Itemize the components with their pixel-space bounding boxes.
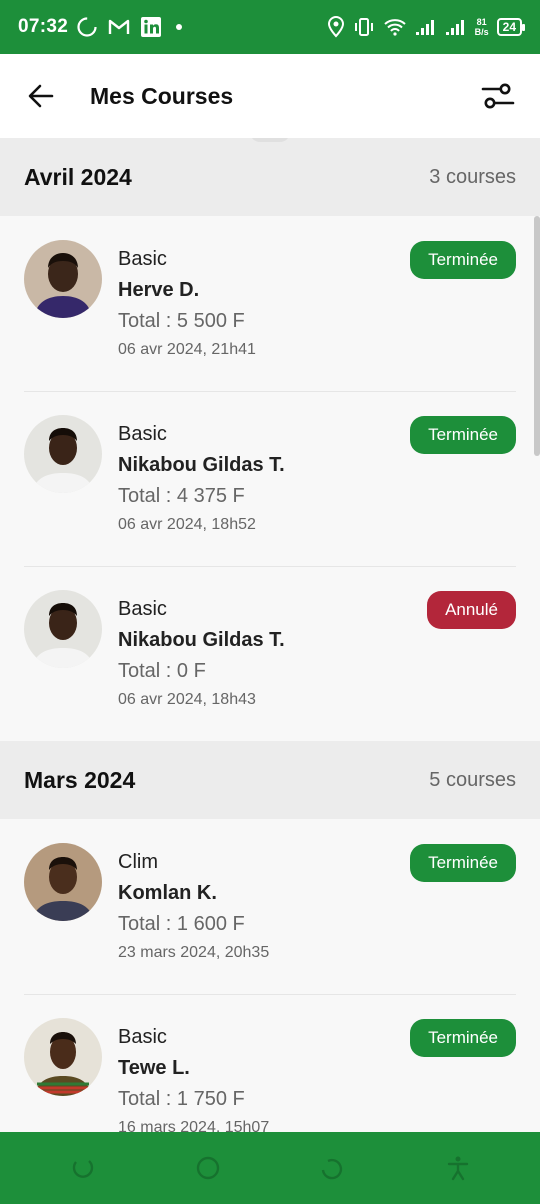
loading-circle-icon	[76, 16, 98, 38]
section-header: Mars 2024 5 courses	[0, 741, 540, 819]
status-badge: Annulé	[427, 591, 516, 629]
nav-recent-button[interactable]	[313, 1148, 353, 1188]
driver-avatar	[24, 240, 102, 318]
battery-level: 24	[502, 20, 516, 34]
ride-total: Total : 1 600 F	[118, 913, 245, 935]
network-speed: 81 B/s	[475, 17, 489, 37]
scrollbar[interactable]	[534, 216, 540, 456]
section-count: 3 courses	[429, 165, 516, 188]
rotate-back-icon	[72, 1160, 93, 1178]
driver-name: Tewe L.	[118, 1057, 190, 1079]
rotate-forward-icon	[321, 1158, 342, 1180]
filter-button[interactable]	[480, 78, 516, 114]
ride-total: Total : 5 500 F	[118, 310, 245, 332]
nav-home-button[interactable]	[188, 1148, 228, 1188]
status-badge: Terminée	[410, 1019, 516, 1057]
battery-indicator: 24	[496, 18, 526, 36]
ride-total: Total : 0 F	[118, 660, 206, 682]
section-header: Avril 2024 3 courses	[0, 138, 540, 216]
vibrate-icon	[353, 16, 375, 38]
section-count: 5 courses	[429, 768, 516, 791]
status-badge: Terminée	[410, 241, 516, 279]
location-icon	[327, 16, 345, 38]
driver-avatar	[24, 1018, 102, 1096]
driver-avatar	[24, 415, 102, 493]
circle-home-icon	[196, 1156, 219, 1180]
ride-date: 16 mars 2024, 15h07	[118, 1119, 270, 1132]
section-month: Mars 2024	[24, 766, 136, 793]
driver-name: Nikabou Gildas T.	[118, 629, 285, 651]
sliders-icon	[481, 83, 515, 109]
rides-list[interactable]: Avril 2024 3 courses Basic Herve D. Tota…	[0, 138, 540, 1132]
status-bar: 07:32 81 B/s 24	[0, 0, 540, 54]
gmail-icon	[108, 18, 130, 36]
back-button[interactable]	[24, 79, 58, 113]
ride-total: Total : 1 750 F	[118, 1088, 245, 1110]
linkedin-icon	[140, 16, 162, 38]
section-month: Avril 2024	[24, 163, 132, 190]
ride-item[interactable]: Basic Tewe L. Total : 1 750 F 16 mars 20…	[0, 994, 540, 1132]
driver-name: Nikabou Gildas T.	[118, 454, 285, 476]
wifi-icon	[383, 17, 407, 37]
status-time: 07:32	[18, 16, 69, 37]
ride-item[interactable]: Clim Komlan K. Total : 1 600 F 23 mars 2…	[0, 819, 540, 994]
app-bar: Mes Courses	[0, 54, 540, 138]
ride-item[interactable]: Basic Nikabou Gildas T. Total : 4 375 F …	[0, 391, 540, 566]
system-nav-bar	[0, 1132, 540, 1204]
driver-name: Herve D.	[118, 279, 200, 301]
ride-date: 23 mars 2024, 20h35	[118, 944, 270, 961]
ride-date: 06 avr 2024, 18h43	[118, 691, 256, 708]
notification-dot-icon	[172, 20, 186, 34]
signal-sim2-icon	[445, 17, 467, 37]
page-title: Mes Courses	[90, 82, 234, 109]
net-speed-unit: B/s	[474, 27, 489, 37]
nav-accessibility-button[interactable]	[438, 1148, 478, 1188]
ride-total: Total : 4 375 F	[118, 485, 245, 507]
nav-back-button[interactable]	[63, 1148, 103, 1188]
ride-date: 06 avr 2024, 21h41	[118, 341, 256, 358]
status-badge: Terminée	[410, 844, 516, 882]
driver-name: Komlan K.	[118, 882, 217, 904]
ride-item[interactable]: Basic Herve D. Total : 5 500 F 06 avr 20…	[0, 216, 540, 391]
accessibility-icon	[447, 1156, 468, 1181]
driver-avatar	[24, 843, 102, 921]
ride-item[interactable]: Basic Nikabou Gildas T. Total : 0 F 06 a…	[0, 566, 540, 741]
net-speed-value: 81	[476, 17, 487, 27]
signal-sim1-icon	[415, 17, 437, 37]
ride-date: 06 avr 2024, 18h52	[118, 516, 256, 533]
status-badge: Terminée	[410, 416, 516, 454]
driver-avatar	[24, 590, 102, 668]
arrow-left-icon	[28, 84, 54, 108]
